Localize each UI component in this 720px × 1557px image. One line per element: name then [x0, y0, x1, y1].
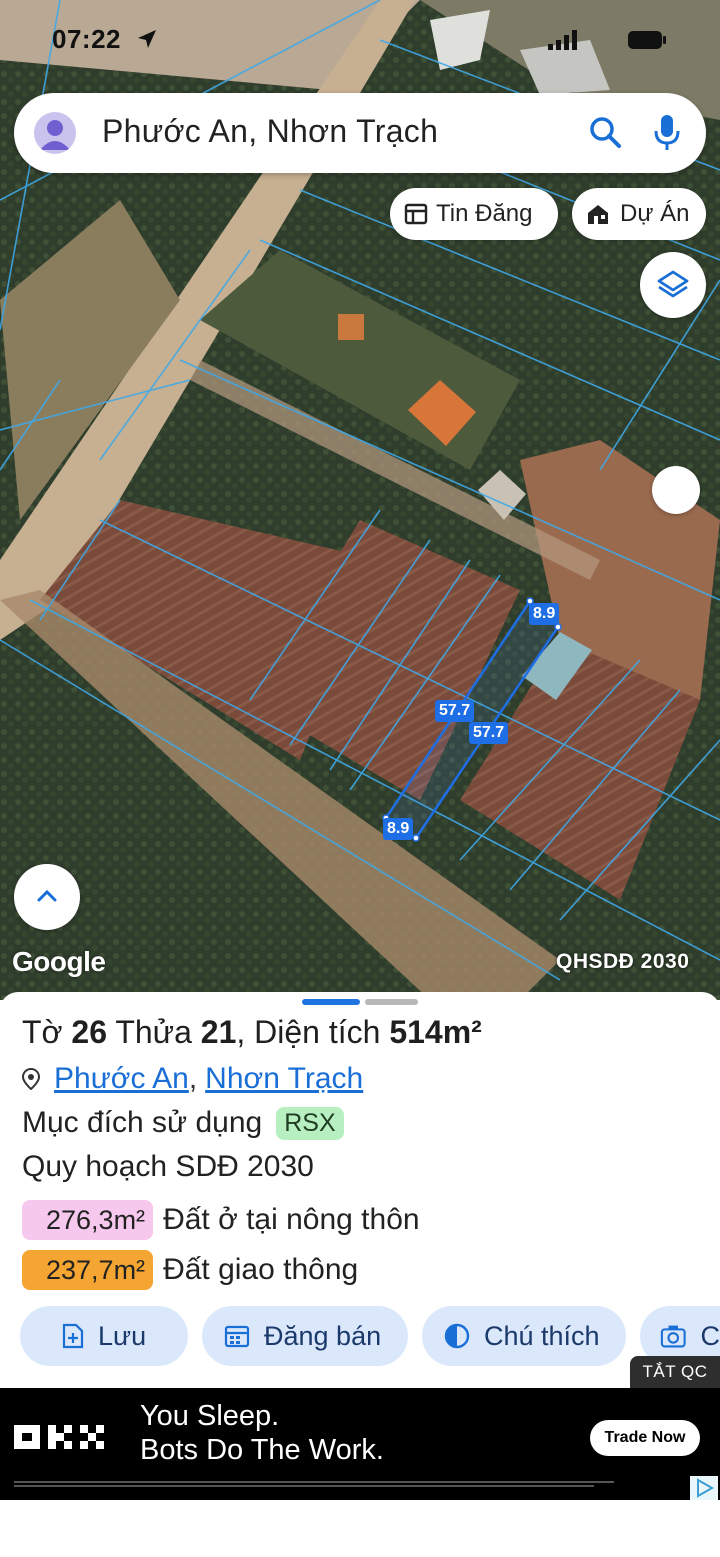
building-icon [588, 205, 608, 224]
land-use-label: Mục đích sử dụng [22, 1106, 263, 1139]
satellite-map[interactable]: 8.9 57.7 57.7 8.9 07:22 Phước An, Nhơn T… [0, 0, 720, 1000]
close-ad-button[interactable]: TẮT QC [630, 1356, 720, 1388]
zone-area-badge: 237,7m² [22, 1250, 154, 1290]
user-icon [40, 120, 70, 150]
legend-button[interactable]: Chú thích [422, 1306, 626, 1366]
search-icon[interactable] [588, 115, 624, 151]
lot-number: 21 [200, 1014, 237, 1050]
layers-icon [657, 270, 689, 298]
search-bar[interactable]: Phước An, Nhơn Trạch [14, 93, 706, 173]
camera-icon [660, 1325, 686, 1348]
district-link[interactable]: Nhơn Trạch [205, 1062, 363, 1096]
land-use-row: Mục đích sử dụng RSX [22, 1106, 344, 1140]
dimension-label-bottom: 8.9 [383, 818, 414, 840]
ad-cta-button[interactable]: Trade Now [590, 1420, 700, 1456]
sheet-label: Tờ [22, 1014, 63, 1050]
ad-headline-line1: You Sleep. [140, 1400, 280, 1432]
area-label: , Diện tích [236, 1014, 381, 1050]
map-control-button[interactable] [652, 466, 700, 514]
capture-button-label: C [700, 1320, 720, 1351]
ad-headline-line2: Bots Do The Work. [140, 1434, 384, 1466]
plan-layer-label: QHSDĐ 2030 [556, 950, 690, 973]
location-row: Phước An , Nhơn Trạch [22, 1062, 363, 1096]
zone-row: 237,7m² Đất giao thông [22, 1250, 358, 1290]
zone-area-badge: 276,3m² [22, 1200, 154, 1240]
signal-icon [548, 30, 577, 50]
zone-name: Đất ở tại nông thôn [163, 1203, 420, 1236]
post-sale-button[interactable]: Đăng bán [202, 1306, 408, 1366]
avatar[interactable] [34, 112, 76, 154]
location-pin-icon [22, 1068, 40, 1090]
ad-choices-triangle-icon [697, 1478, 715, 1498]
dimension-label-right: 57.7 [469, 722, 509, 744]
listings-chip-label: Tin Đăng [436, 200, 533, 227]
legend-button-label: Chú thích [484, 1320, 600, 1351]
sheet-number: 26 [71, 1014, 108, 1050]
layers-button[interactable] [640, 252, 706, 318]
microphone-icon[interactable] [652, 113, 682, 153]
projects-chip[interactable]: Dự Án [572, 188, 706, 240]
ad-fine-print [14, 1481, 614, 1487]
location-separator: , [188, 1062, 198, 1095]
parcel-title: Tờ 26 Thửa 21, Diện tích 514m² [22, 1014, 482, 1051]
file-add-icon [62, 1323, 84, 1349]
zone-name: Đất giao thông [163, 1253, 359, 1286]
ad-disclaimer [14, 1480, 674, 1490]
parcel-info-sheet: Tờ 26 Thửa 21, Diện tích 514m² Phước An … [0, 992, 720, 1390]
status-time: 07:22 [52, 24, 121, 54]
ward-link[interactable]: Phước An [54, 1062, 189, 1096]
save-button-label: Lưu [98, 1320, 147, 1351]
lot-label: Thửa [115, 1014, 192, 1050]
chevron-up-icon [37, 889, 57, 902]
post-sale-button-label: Đăng bán [264, 1320, 382, 1351]
battery-icon [628, 31, 666, 49]
land-use-badge: RSX [276, 1106, 344, 1140]
location-arrow-icon [138, 30, 156, 48]
projects-chip-label: Dự Án [620, 200, 690, 227]
pager-indicator-inactive[interactable] [365, 999, 418, 1005]
calendar-icon [224, 1325, 250, 1348]
ad-choices-icon[interactable] [690, 1476, 718, 1500]
listings-chip[interactable]: Tin Đăng [390, 188, 558, 240]
parcel-area: 514m² [389, 1014, 482, 1050]
plan-title: Quy hoạch SDĐ 2030 [22, 1150, 314, 1183]
pager-indicator-active[interactable] [302, 999, 360, 1005]
listing-icon [404, 203, 428, 225]
dimension-label-left: 57.7 [435, 700, 475, 722]
search-input[interactable]: Phước An, Nhơn Trạch [102, 113, 438, 150]
save-button[interactable]: Lưu [20, 1306, 188, 1366]
expand-up-button[interactable] [14, 864, 80, 930]
ad-banner[interactable]: You Sleep. Bots Do The Work. Trade Now [0, 1388, 720, 1500]
google-logo: Google [12, 946, 106, 977]
contrast-icon [444, 1323, 470, 1349]
okx-logo [14, 1425, 104, 1449]
zone-row: 276,3m² Đất ở tại nông thôn [22, 1200, 420, 1240]
dimension-label-top: 8.9 [529, 603, 560, 625]
